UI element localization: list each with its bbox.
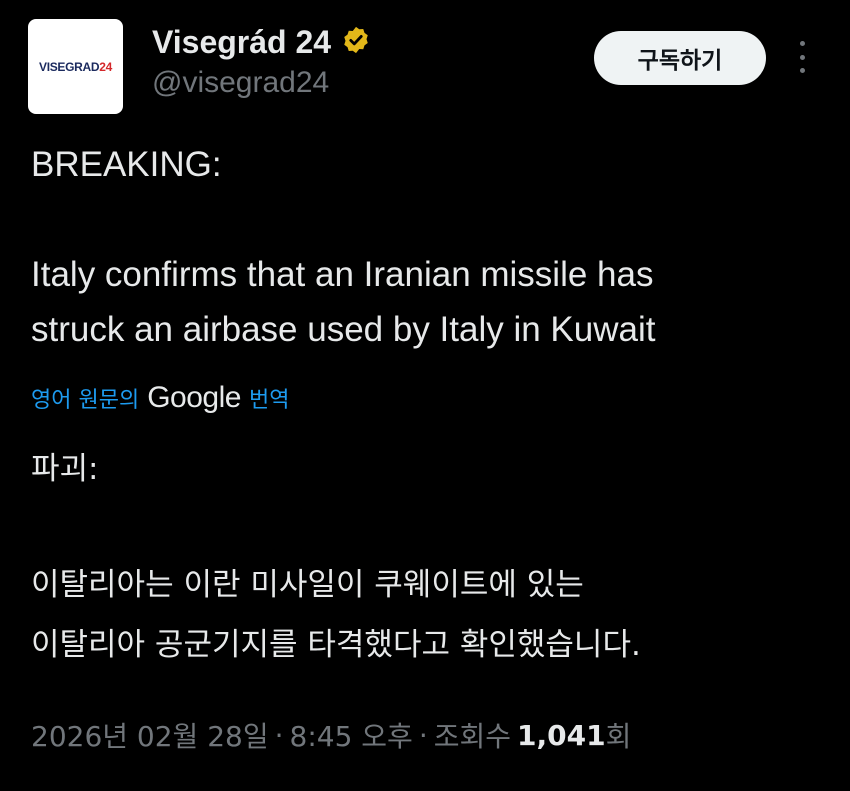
translated-text-line: 이탈리아 공군기지를 타격했다고 확인했습니다. (31, 627, 641, 663)
translated-text-line: 이탈리아는 이란 미사일이 쿠웨이트에 있는 (31, 567, 584, 603)
avatar[interactable]: VISEGRAD24 (28, 19, 123, 114)
verified-badge-icon (341, 25, 371, 59)
meta-separator: · (274, 718, 284, 752)
meta-separator: · (418, 718, 428, 752)
author-handle[interactable]: @visegrad24 (152, 66, 329, 100)
avatar-logo: VISEGRAD24 (38, 59, 113, 74)
more-options-icon[interactable] (795, 41, 809, 73)
display-name[interactable]: Visegrád 24 (152, 24, 331, 61)
subscribe-button[interactable]: 구독하기 (594, 31, 766, 85)
google-logo: Google (147, 381, 241, 414)
views-count[interactable]: 1,041 (517, 719, 606, 752)
views-label: 조회수 (433, 720, 512, 753)
translation-prefix[interactable]: 영어 원문의 (31, 382, 139, 414)
translation-suffix[interactable]: 번역 (249, 382, 289, 414)
translated-text-line: 파괴: (31, 451, 99, 487)
post-date[interactable]: 2026년 02월 28일 (31, 715, 269, 755)
post-time[interactable]: 8:45 오후 (290, 715, 413, 755)
tweet-text-breaking: BREAKING: (31, 145, 222, 184)
tweet-meta: 2026년 02월 28일 · 8:45 오후 · 조회수 1,041 회 (31, 713, 631, 757)
translation-attribution[interactable]: 영어 원문의 Google 번역 (31, 376, 289, 420)
tweet-text-line: Italy confirms that an Iranian missile h… (31, 255, 654, 294)
author-name-row: Visegrád 24 (152, 22, 371, 62)
views-suffix: 회 (605, 720, 632, 753)
tweet-text-line: struck an airbase used by Italy in Kuwai… (31, 310, 656, 349)
